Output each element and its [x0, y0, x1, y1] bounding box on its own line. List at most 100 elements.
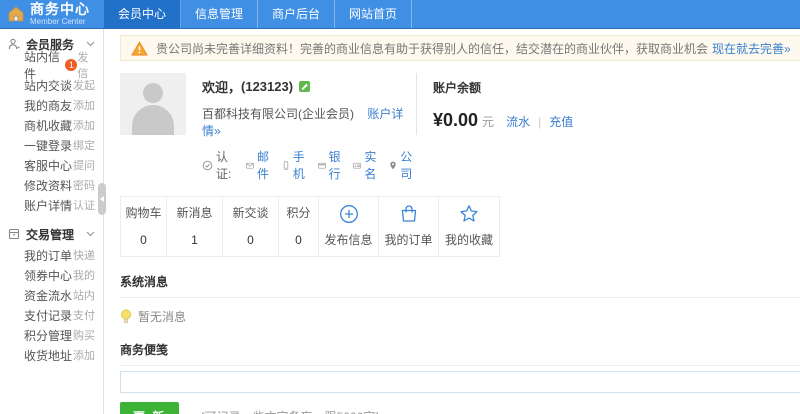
sidebar-item-secondary[interactable]: 站内 — [73, 287, 95, 303]
sidebar-item-secondary[interactable]: 添加 — [73, 347, 95, 363]
sidebar-section-title: 交易管理 — [26, 227, 75, 242]
cert-bank-link[interactable]: 银行 — [317, 148, 345, 182]
sidebar-item-label: 一键登录 — [24, 138, 73, 153]
cert-item-label: 公司 — [400, 150, 413, 181]
balance-row: ¥0.00 元 流水 | 充值 — [433, 110, 573, 131]
system-messages-empty: 暂无消息 — [120, 308, 800, 325]
sidebar-item-quick-login[interactable]: 一键登录 绑定 — [0, 135, 103, 155]
sidebar-item-chat[interactable]: 站内交谈 发起 — [0, 75, 103, 95]
cert-mail-link[interactable]: 邮件 — [246, 148, 273, 182]
stat-value: 0 — [295, 233, 302, 247]
stat-value: 1 — [191, 233, 198, 247]
sidebar-item-secondary[interactable]: 添加 — [73, 117, 95, 133]
cert-phone-link[interactable]: 手机 — [282, 148, 309, 182]
sidebar-section-transaction-management[interactable]: 交易管理 — [0, 223, 103, 245]
sidebar-item-secondary[interactable]: 绑定 — [73, 137, 95, 153]
sidebar-item-label: 领券中心 — [24, 268, 73, 283]
sidebar-item-secondary[interactable]: 发起 — [73, 77, 95, 93]
mail-icon — [246, 160, 257, 171]
tab-member-center[interactable]: 会员中心 — [104, 0, 182, 28]
stat-label: 新交谈 — [232, 206, 269, 220]
balance-amount: ¥0.00 — [433, 110, 479, 130]
vertical-divider — [416, 73, 417, 135]
home-icon — [7, 5, 25, 23]
logo-subtitle: Member Center — [30, 17, 86, 26]
sidebar-item-mail[interactable]: 站内信件 1 发信 — [0, 50, 103, 81]
sidebar-item-label: 支付记录 — [24, 308, 73, 323]
sidebar-item-fund-flow[interactable]: 资金流水 站内 — [0, 285, 103, 305]
stat-value: 0 — [140, 233, 147, 247]
sidebar-item-opportunity-favorites[interactable]: 商机收藏 添加 — [0, 115, 103, 135]
sidebar-item-shipping-address[interactable]: 收货地址 添加 — [0, 345, 103, 365]
bulb-icon — [120, 309, 132, 324]
top-header: 商务中心 Member Center 会员中心 信息管理 商户后台 网站首页 — [0, 0, 800, 29]
sidebar-item-secondary[interactable]: 购买 — [73, 327, 95, 343]
cert-item-label: 实名 — [364, 150, 377, 181]
logo[interactable]: 商务中心 Member Center — [0, 0, 104, 28]
badge-check-icon — [202, 160, 213, 171]
star-icon — [439, 204, 499, 224]
stat-cart[interactable]: 购物车 0 — [121, 197, 167, 256]
sidebar-item-secondary[interactable]: 快递 — [73, 247, 95, 263]
link-divider: | — [538, 115, 542, 129]
unread-badge: 1 — [65, 59, 78, 71]
action-label: 我的收藏 — [444, 233, 493, 247]
sidebar-item-label: 账户详情 — [24, 198, 73, 213]
sidebar-item-secondary[interactable]: 我的 — [73, 267, 95, 283]
balance-title: 账户余额 — [433, 81, 482, 95]
stat-points[interactable]: 积分 0 — [279, 197, 319, 256]
sidebar-item-business-friends[interactable]: 我的商友 添加 — [0, 95, 103, 115]
system-messages-title: 系统消息 — [120, 273, 800, 298]
layout: 会员服务 站内信件 1 发信 站内交谈 发起 我的商友 添加 商机收藏 添加 一… — [0, 29, 800, 414]
my-favorites-button[interactable]: 我的收藏 — [439, 197, 499, 256]
avatar[interactable] — [120, 73, 186, 135]
cert-company-link[interactable]: 公司 — [389, 148, 416, 182]
sidebar-item-secondary[interactable]: 密码 — [73, 177, 95, 193]
recharge-link[interactable]: 充值 — [549, 113, 573, 130]
complete-profile-link[interactable]: 现在就去完善» — [712, 40, 791, 57]
balance-unit: 元 — [482, 115, 495, 129]
sidebar-item-coupon-center[interactable]: 领券中心 我的 — [0, 265, 103, 285]
sidebar-item-label: 我的订单 — [24, 248, 73, 263]
profile-info: 欢迎， (123123) 百都科技有限公司(企业会员) 账户详情» 认证: 邮件… — [202, 73, 416, 182]
company-line: 百都科技有限公司(企业会员) 账户详情» — [202, 105, 416, 139]
memo-footer: 更 新 [可记录一些文字备忘，限5000字] — [120, 402, 800, 414]
tab-info-management[interactable]: 信息管理 — [181, 0, 259, 28]
bank-card-icon — [317, 160, 329, 171]
sidebar-item-secondary[interactable]: 添加 — [73, 97, 95, 113]
stat-label: 积分 — [286, 206, 311, 220]
sidebar-item-label: 客服中心 — [24, 158, 73, 173]
sidebar-item-points-management[interactable]: 积分管理 购买 — [0, 325, 103, 345]
sidebar-item-secondary[interactable]: 认证 — [73, 197, 95, 213]
sidebar-item-edit-profile[interactable]: 修改资料 密码 — [0, 175, 103, 195]
company-name: 百都科技有限公司(企业会员) — [202, 107, 354, 121]
sidebar-collapse-handle[interactable] — [98, 183, 106, 215]
flow-link[interactable]: 流水 — [506, 113, 530, 130]
sidebar-item-my-orders[interactable]: 我的订单 快递 — [0, 245, 103, 265]
edit-icon[interactable] — [299, 81, 311, 92]
memo-textarea[interactable] — [120, 371, 800, 393]
username: (123123) — [241, 79, 294, 94]
stats-bar: 购物车 0 新消息 1 新交谈 0 积分 0 发布信息 我的订单 我的收藏 — [120, 196, 500, 257]
shopping-bag-icon — [379, 204, 438, 224]
cert-label: 认证: — [216, 150, 232, 181]
sidebar-item-secondary[interactable]: 提问 — [73, 157, 95, 173]
chevron-down-icon[interactable] — [86, 231, 95, 237]
sidebar-item-customer-service[interactable]: 客服中心 提问 — [0, 155, 103, 175]
update-button[interactable]: 更 新 — [120, 402, 180, 414]
profile-incomplete-banner: 贵公司尚未完善详细资料！完善的商业信息有助于获得别人的信任，结交潜在的商业伙伴，… — [120, 35, 800, 61]
tab-merchant-backend[interactable]: 商户后台 — [258, 0, 336, 28]
stat-new-chats[interactable]: 新交谈 0 — [223, 197, 279, 256]
chevron-down-icon[interactable] — [86, 41, 95, 47]
certification-line: 认证: 邮件 手机 银行 实名 公司 — [202, 148, 416, 182]
sidebar-item-payment-records[interactable]: 支付记录 支付 — [0, 305, 103, 325]
publish-info-button[interactable]: 发布信息 — [319, 197, 379, 256]
sidebar-item-label: 站内交谈 — [24, 78, 73, 93]
my-orders-button[interactable]: 我的订单 — [379, 197, 439, 256]
sidebar-item-secondary[interactable]: 支付 — [73, 307, 95, 323]
sidebar-item-account-details[interactable]: 账户详情 认证 — [0, 195, 103, 215]
cert-realname-link[interactable]: 实名 — [353, 148, 380, 182]
stat-new-messages[interactable]: 新消息 1 — [167, 197, 223, 256]
tab-site-home[interactable]: 网站首页 — [335, 0, 413, 28]
stat-label: 新消息 — [176, 206, 213, 220]
